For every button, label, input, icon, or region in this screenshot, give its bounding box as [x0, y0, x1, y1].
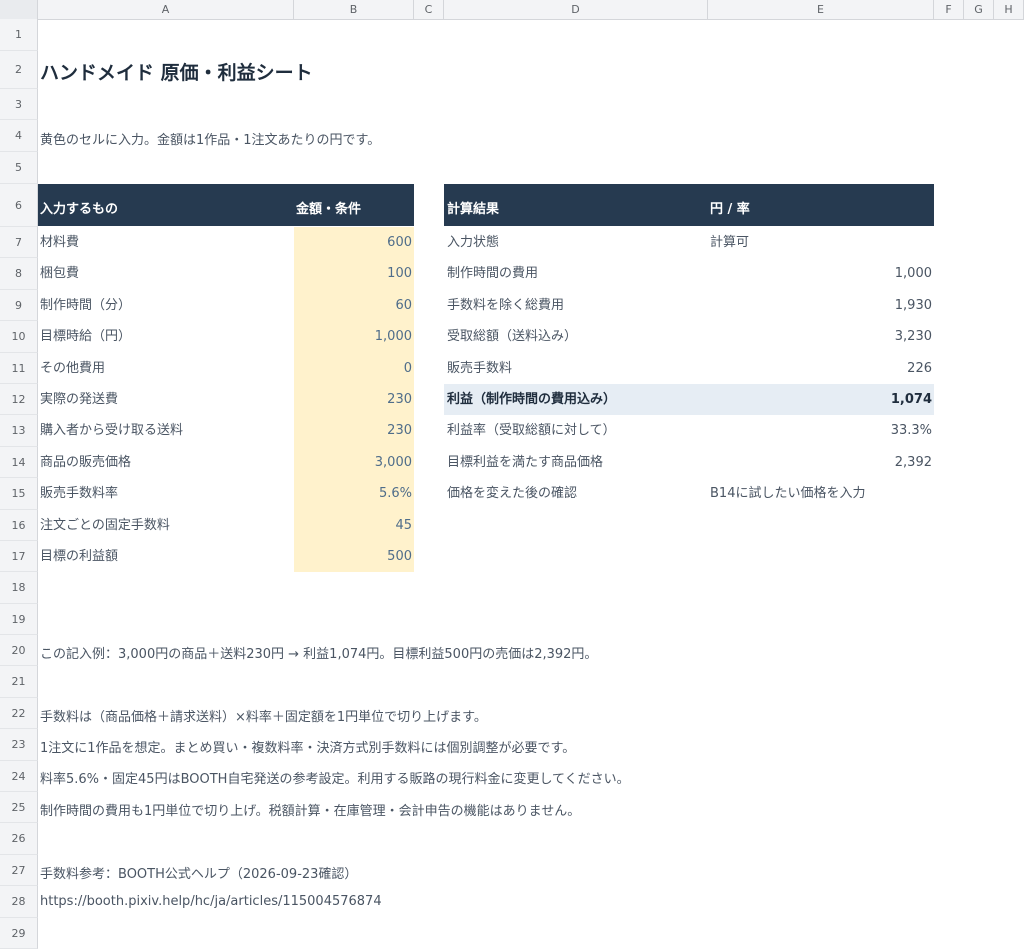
input-value-cell[interactable]: 45	[294, 510, 412, 541]
input-value-cell[interactable]: 0	[294, 353, 412, 384]
select-all-corner[interactable]	[0, 0, 38, 19]
input-label[interactable]: その他費用	[40, 353, 105, 384]
column-header-b[interactable]: B	[294, 0, 414, 19]
instruction-text[interactable]: 黄色のセルに入力。金額は1作品・1注文あたりの円です。	[40, 129, 380, 148]
row-header-24[interactable]: 24	[0, 761, 38, 792]
note-booth-rate[interactable]: 料率5.6%・固定45円はBOOTH自宅発送の参考設定。利用する販路の現行料金に…	[40, 768, 630, 787]
row-header-29[interactable]: 29	[0, 918, 38, 949]
result-value[interactable]: 1,000	[708, 258, 932, 290]
column-header-h[interactable]: H	[994, 0, 1024, 19]
input-value-cell[interactable]: 60	[294, 290, 412, 321]
column-header-e[interactable]: E	[708, 0, 934, 19]
row-header-23[interactable]: 23	[0, 729, 38, 761]
result-value[interactable]: 2,392	[708, 447, 932, 478]
row-header-22[interactable]: 22	[0, 698, 38, 729]
sheet-title[interactable]: ハンドメイド 原価・利益シート	[40, 58, 313, 85]
row-header-5[interactable]: 5	[0, 152, 38, 184]
spreadsheet: ABCDEFGH 1 2 3 4 5 6 7 8 9 10 11 12 13 14 15 16 17 18 19 20…	[0, 0, 1024, 949]
input-label[interactable]: 材料費	[40, 227, 79, 258]
example-note[interactable]: この記入例：3,000円の商品＋送料230円 → 利益1,074円。目標利益50…	[40, 643, 597, 662]
input-label[interactable]: 商品の販売価格	[40, 447, 131, 478]
input-header-item[interactable]: 入力するもの	[40, 198, 118, 217]
row-header-14[interactable]: 14	[0, 447, 38, 478]
input-value-cell[interactable]: 5.6%	[294, 478, 412, 510]
row-header-25[interactable]: 25	[0, 792, 38, 823]
profit-value[interactable]: 1,074	[708, 384, 932, 415]
result-label[interactable]: 手数料を除く総費用	[447, 290, 564, 321]
row-header-20[interactable]: 20	[0, 635, 38, 666]
result-label[interactable]: 利益率（受取総額に対して）	[447, 415, 616, 447]
input-value-cell[interactable]: 600	[294, 227, 412, 258]
input-value-cell[interactable]: 1,000	[294, 321, 412, 353]
row-header-26[interactable]: 26	[0, 823, 38, 855]
row-header-7[interactable]: 7	[0, 227, 38, 258]
result-value[interactable]: 3,230	[708, 321, 932, 353]
result-header-value[interactable]: 円 / 率	[710, 198, 750, 217]
result-label[interactable]: 目標利益を満たす商品価格	[447, 447, 603, 478]
input-label[interactable]: 目標の利益額	[40, 541, 118, 572]
input-label[interactable]: 実際の発送費	[40, 384, 118, 415]
input-label[interactable]: 目標時給（円）	[40, 321, 131, 353]
row-header-13[interactable]: 13	[0, 415, 38, 447]
column-header-c[interactable]: C	[414, 0, 444, 19]
row-header-11[interactable]: 11	[0, 353, 38, 384]
row-header-10[interactable]: 10	[0, 321, 38, 353]
row-header-8[interactable]: 8	[0, 258, 38, 290]
row-header-21[interactable]: 21	[0, 666, 38, 698]
row-header-3[interactable]: 3	[0, 89, 38, 120]
row-header-28[interactable]: 28	[0, 886, 38, 918]
note-one-item[interactable]: 1注文に1作品を想定。まとめ買い・複数料率・決済方式別手数料には個別調整が必要で…	[40, 737, 575, 756]
input-value-cell[interactable]: 3,000	[294, 447, 412, 478]
row-header-1[interactable]: 1	[0, 19, 38, 51]
result-label[interactable]: 制作時間の費用	[447, 258, 538, 290]
profit-label[interactable]: 利益（制作時間の費用込み）	[447, 384, 616, 415]
result-header-band	[444, 184, 934, 226]
row-header-9[interactable]: 9	[0, 290, 38, 321]
column-header-a[interactable]: A	[38, 0, 294, 19]
note-rounding-scope[interactable]: 制作時間の費用も1円単位で切り上げ。税額計算・在庫管理・会計申告の機能はありませ…	[40, 800, 580, 819]
row-header-16[interactable]: 16	[0, 510, 38, 541]
input-value-cell[interactable]: 230	[294, 415, 412, 447]
row-header-12[interactable]: 12	[0, 384, 38, 415]
reference-url[interactable]: https://booth.pixiv.help/hc/ja/articles/…	[40, 894, 382, 909]
result-label[interactable]: 販売手数料	[447, 353, 512, 384]
input-label[interactable]: 梱包費	[40, 258, 79, 290]
result-value[interactable]: B14に試したい価格を入力	[710, 478, 865, 510]
result-value[interactable]: 226	[708, 353, 932, 384]
input-header-value[interactable]: 金額・条件	[296, 198, 361, 217]
row-header-27[interactable]: 27	[0, 855, 38, 886]
input-label[interactable]: 購入者から受け取る送料	[40, 415, 183, 447]
row-header-15[interactable]: 15	[0, 478, 38, 510]
result-value[interactable]: 33.3%	[708, 415, 932, 447]
input-value-cell[interactable]: 100	[294, 258, 412, 290]
row-header-4[interactable]: 4	[0, 120, 38, 152]
input-label[interactable]: 制作時間（分）	[40, 290, 131, 321]
input-value-cell[interactable]: 230	[294, 384, 412, 415]
note-fee-rounding[interactable]: 手数料は（商品価格＋請求送料）×料率＋固定額を1円単位で切り上げます。	[40, 706, 487, 725]
column-header-g[interactable]: G	[964, 0, 994, 19]
input-value-cell[interactable]: 500	[294, 541, 412, 572]
input-label[interactable]: 販売手数料率	[40, 478, 118, 510]
row-header-18[interactable]: 18	[0, 572, 38, 604]
result-label[interactable]: 受取総額（送料込み）	[447, 321, 577, 353]
input-label[interactable]: 注文ごとの固定手数料	[40, 510, 170, 541]
row-header-6[interactable]: 6	[0, 184, 38, 227]
column-header-f[interactable]: F	[934, 0, 964, 19]
result-label[interactable]: 価格を変えた後の確認	[447, 478, 577, 510]
row-header-19[interactable]: 19	[0, 604, 38, 635]
row-header-2[interactable]: 2	[0, 51, 38, 89]
result-header-item[interactable]: 計算結果	[447, 198, 499, 217]
result-value[interactable]: 計算可	[710, 227, 749, 258]
row-header-17[interactable]: 17	[0, 541, 38, 572]
reference-note[interactable]: 手数料参考：BOOTH公式ヘルプ（2026-09-23確認）	[40, 863, 357, 882]
result-value[interactable]: 1,930	[708, 290, 932, 321]
result-label[interactable]: 入力状態	[447, 227, 499, 258]
column-header-d[interactable]: D	[444, 0, 708, 19]
